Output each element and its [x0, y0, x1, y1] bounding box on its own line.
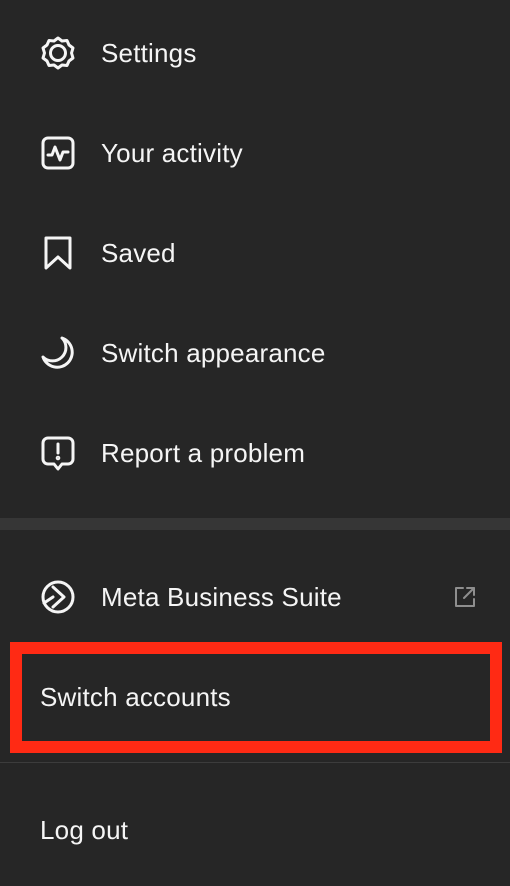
menu-item-switch-accounts[interactable]: Switch accounts: [0, 647, 510, 747]
menu-item-report-problem[interactable]: Report a problem: [0, 403, 510, 503]
account-menu: Settings Your activity Saved Switch appe…: [0, 0, 510, 886]
divider: [0, 762, 510, 763]
menu-item-switch-appearance[interactable]: Switch appearance: [0, 303, 510, 403]
section-divider: [0, 518, 510, 530]
activity-icon: [38, 133, 78, 173]
menu-item-saved[interactable]: Saved: [0, 203, 510, 303]
bookmark-icon: [38, 233, 78, 273]
menu-item-meta-business-suite[interactable]: Meta Business Suite: [0, 547, 510, 647]
menu-item-log-out[interactable]: Log out: [0, 780, 510, 880]
report-icon: [38, 433, 78, 473]
menu-item-label: Saved: [101, 237, 176, 268]
menu-item-label: Switch appearance: [101, 337, 326, 368]
menu-item-label: Switch accounts: [40, 681, 231, 712]
menu-item-label: Log out: [40, 814, 129, 845]
menu-item-settings[interactable]: Settings: [0, 3, 510, 103]
menu-item-your-activity[interactable]: Your activity: [0, 103, 510, 203]
moon-icon: [38, 333, 78, 373]
menu-item-label: Report a problem: [101, 437, 306, 468]
menu-item-label: Your activity: [101, 137, 243, 168]
external-link-icon: [450, 582, 480, 612]
menu-item-label: Settings: [101, 37, 197, 68]
gear-icon: [38, 33, 78, 73]
meta-business-icon: [38, 577, 78, 617]
menu-item-label: Meta Business Suite: [101, 581, 342, 612]
